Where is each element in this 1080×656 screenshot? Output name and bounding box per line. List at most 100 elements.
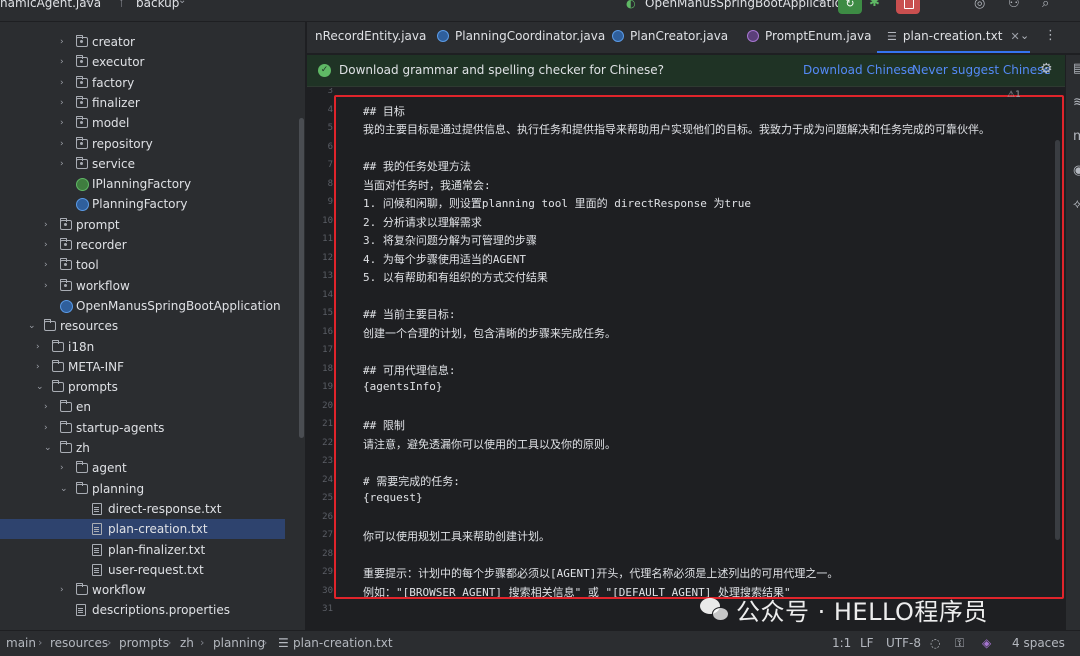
tree-item-prompts[interactable]: ⌄ prompts: [0, 377, 300, 397]
tree-item-service[interactable]: › service: [0, 154, 300, 174]
run-button[interactable]: ↻: [838, 0, 862, 14]
tree-item-user-request-txt[interactable]: user-request.txt: [0, 560, 300, 580]
file-encoding[interactable]: UTF-8: [886, 636, 921, 650]
tree-item-tool[interactable]: › tool: [0, 255, 300, 275]
chevron-right-icon[interactable]: ›: [60, 73, 64, 93]
chevron-right-icon[interactable]: ›: [36, 357, 40, 377]
chevron-down-icon[interactable]: ⌄: [178, 0, 186, 6]
search-icon[interactable]: ⌕: [1042, 0, 1049, 11]
tree-item-zh[interactable]: ⌄ zh: [0, 438, 300, 458]
chevron-right-icon[interactable]: ›: [60, 32, 64, 52]
breadcrumb-prompts[interactable]: prompts: [119, 636, 169, 650]
chevron-down-icon[interactable]: ⌄: [28, 316, 36, 336]
copilot-icon[interactable]: ◎: [974, 0, 985, 11]
maven-icon[interactable]: m: [1073, 129, 1080, 144]
breadcrumb-resources[interactable]: resources: [50, 636, 108, 650]
breadcrumb-file[interactable]: plan-creation.txt: [293, 636, 393, 650]
database-icon[interactable]: ≋: [1073, 95, 1080, 110]
breadcrumb-main[interactable]: main: [6, 636, 36, 650]
notification-message: Download grammar and spelling checker fo…: [339, 63, 664, 77]
tree-item-planningfactory[interactable]: PlanningFactory: [0, 194, 300, 214]
ai-status-icon[interactable]: ◈: [982, 636, 991, 650]
chevron-down-icon[interactable]: ⌄: [817, 0, 825, 6]
chevron-right-icon[interactable]: ›: [60, 113, 64, 133]
chevron-right-icon[interactable]: ›: [44, 255, 48, 275]
text-file-icon: [92, 523, 102, 536]
tree-item-recorder[interactable]: › recorder: [0, 235, 300, 255]
tree-item-plan-creation-txt[interactable]: plan-creation.txt: [0, 519, 285, 540]
chevron-right-icon[interactable]: ›: [60, 580, 64, 600]
tree-item-openmanusspringbootapplication[interactable]: OpenManusSpringBootApplication: [0, 296, 300, 316]
tree-item-resources[interactable]: ⌄ resources: [0, 316, 300, 336]
tree-item-iplanningfactory[interactable]: IPlanningFactory: [0, 174, 300, 194]
code-editor[interactable]: 3 4 5 6 7 8 9 10 11 12 13 14 15 16 17 18 19 20 21 22 23 24 25 2…: [307, 88, 1065, 630]
sidebar-scrollbar[interactable]: [299, 118, 304, 438]
editor-scrollbar[interactable]: [1055, 140, 1060, 540]
tree-item-descriptions-properties[interactable]: descriptions.properties: [0, 600, 300, 620]
tab-planning-coordinator[interactable]: PlanningCoordinator.java: [437, 22, 605, 53]
folder-icon: [60, 400, 72, 413]
debug-icon[interactable]: ✱: [869, 0, 880, 10]
ai-assistant-icon[interactable]: ◉: [1073, 163, 1080, 178]
chevron-right-icon: ›: [38, 636, 43, 649]
indent-setting[interactable]: 4 spaces: [1012, 636, 1065, 650]
chevron-right-icon[interactable]: ›: [44, 397, 48, 417]
inspection-widget[interactable]: ⚠1: [1007, 90, 1021, 100]
gear-icon[interactable]: ⚙: [1040, 61, 1053, 77]
line-number: 9: [327, 197, 333, 207]
chevron-down-icon[interactable]: ⌄: [44, 438, 52, 458]
lock-icon[interactable]: ⚿: [955, 636, 964, 651]
vcs-branch[interactable]: backup: [136, 0, 179, 10]
chevron-right-icon[interactable]: ›: [36, 337, 40, 357]
tree-item-startup-agents[interactable]: › startup-agents: [0, 418, 300, 438]
chevron-right-icon[interactable]: ›: [44, 418, 48, 438]
tree-item-executor[interactable]: › executor: [0, 52, 300, 72]
tree-item-i18n[interactable]: › i18n: [0, 337, 300, 357]
tab-prompt-enum[interactable]: PromptEnum.java: [747, 22, 872, 53]
tab-plan-creator[interactable]: PlanCreator.java: [612, 22, 728, 53]
stop-button[interactable]: [896, 0, 920, 14]
chevron-down-icon[interactable]: ⌄: [84, 0, 92, 6]
tree-item-model[interactable]: › model: [0, 113, 300, 133]
chevron-right-icon[interactable]: ›: [60, 458, 64, 478]
tree-item-prompt[interactable]: › prompt: [0, 215, 300, 235]
chevron-down-icon[interactable]: ⌄: [60, 479, 68, 499]
chevron-right-icon[interactable]: ›: [60, 154, 64, 174]
tab-plan-creation[interactable]: ☰ plan-creation.txt ✕: [877, 22, 1030, 53]
chevron-down-icon[interactable]: ⌄: [1020, 29, 1029, 42]
tree-item-repository[interactable]: › repository: [0, 134, 300, 154]
chevron-down-icon[interactable]: ⌄: [36, 377, 44, 397]
cursor-position[interactable]: 1:1: [832, 636, 851, 650]
tree-item-creator[interactable]: › creator: [0, 32, 300, 52]
breadcrumb-zh[interactable]: zh: [180, 636, 194, 650]
line-separator[interactable]: LF: [860, 636, 874, 650]
readonly-icon[interactable]: ◌: [930, 636, 940, 650]
chevron-right-icon[interactable]: ›: [44, 215, 48, 235]
tree-item-en[interactable]: › en: [0, 397, 300, 417]
tab-record-entity[interactable]: nRecordEntity.java: [315, 22, 426, 53]
tree-item-factory[interactable]: › factory: [0, 73, 300, 93]
more-vertical-icon[interactable]: ⋮: [1044, 28, 1057, 43]
tree-item-label: repository: [92, 136, 153, 151]
tree-item-direct-response-txt[interactable]: direct-response.txt: [0, 499, 300, 519]
notifications-icon[interactable]: ▤: [1073, 61, 1080, 76]
tree-item-meta-inf[interactable]: › META-INF: [0, 357, 300, 377]
chevron-right-icon[interactable]: ›: [44, 276, 48, 296]
chevron-right-icon[interactable]: ›: [60, 93, 64, 113]
tree-item-plan-finalizer-txt[interactable]: plan-finalizer.txt: [0, 540, 300, 560]
download-chinese-link[interactable]: Download Chinese: [803, 63, 914, 77]
tree-item-agent[interactable]: › agent: [0, 458, 300, 478]
chevron-right-icon[interactable]: ›: [44, 235, 48, 255]
tree-item-planning[interactable]: ⌄ planning: [0, 479, 300, 499]
tree-item-workflow[interactable]: › workflow: [0, 276, 300, 296]
add-user-icon[interactable]: ⚇: [1008, 0, 1020, 11]
breadcrumb-planning[interactable]: planning: [213, 636, 265, 650]
chevron-right-icon[interactable]: ›: [60, 134, 64, 154]
gradle-icon[interactable]: ⟡: [1073, 197, 1080, 212]
tree-item-finalizer[interactable]: › finalizer: [0, 93, 300, 113]
tree-item-workflow[interactable]: › workflow: [0, 580, 300, 600]
package-icon: [76, 95, 88, 108]
close-icon[interactable]: ✕: [1010, 30, 1019, 43]
chevron-right-icon[interactable]: ›: [60, 52, 64, 72]
never-suggest-link[interactable]: Never suggest Chinese: [912, 63, 1051, 77]
